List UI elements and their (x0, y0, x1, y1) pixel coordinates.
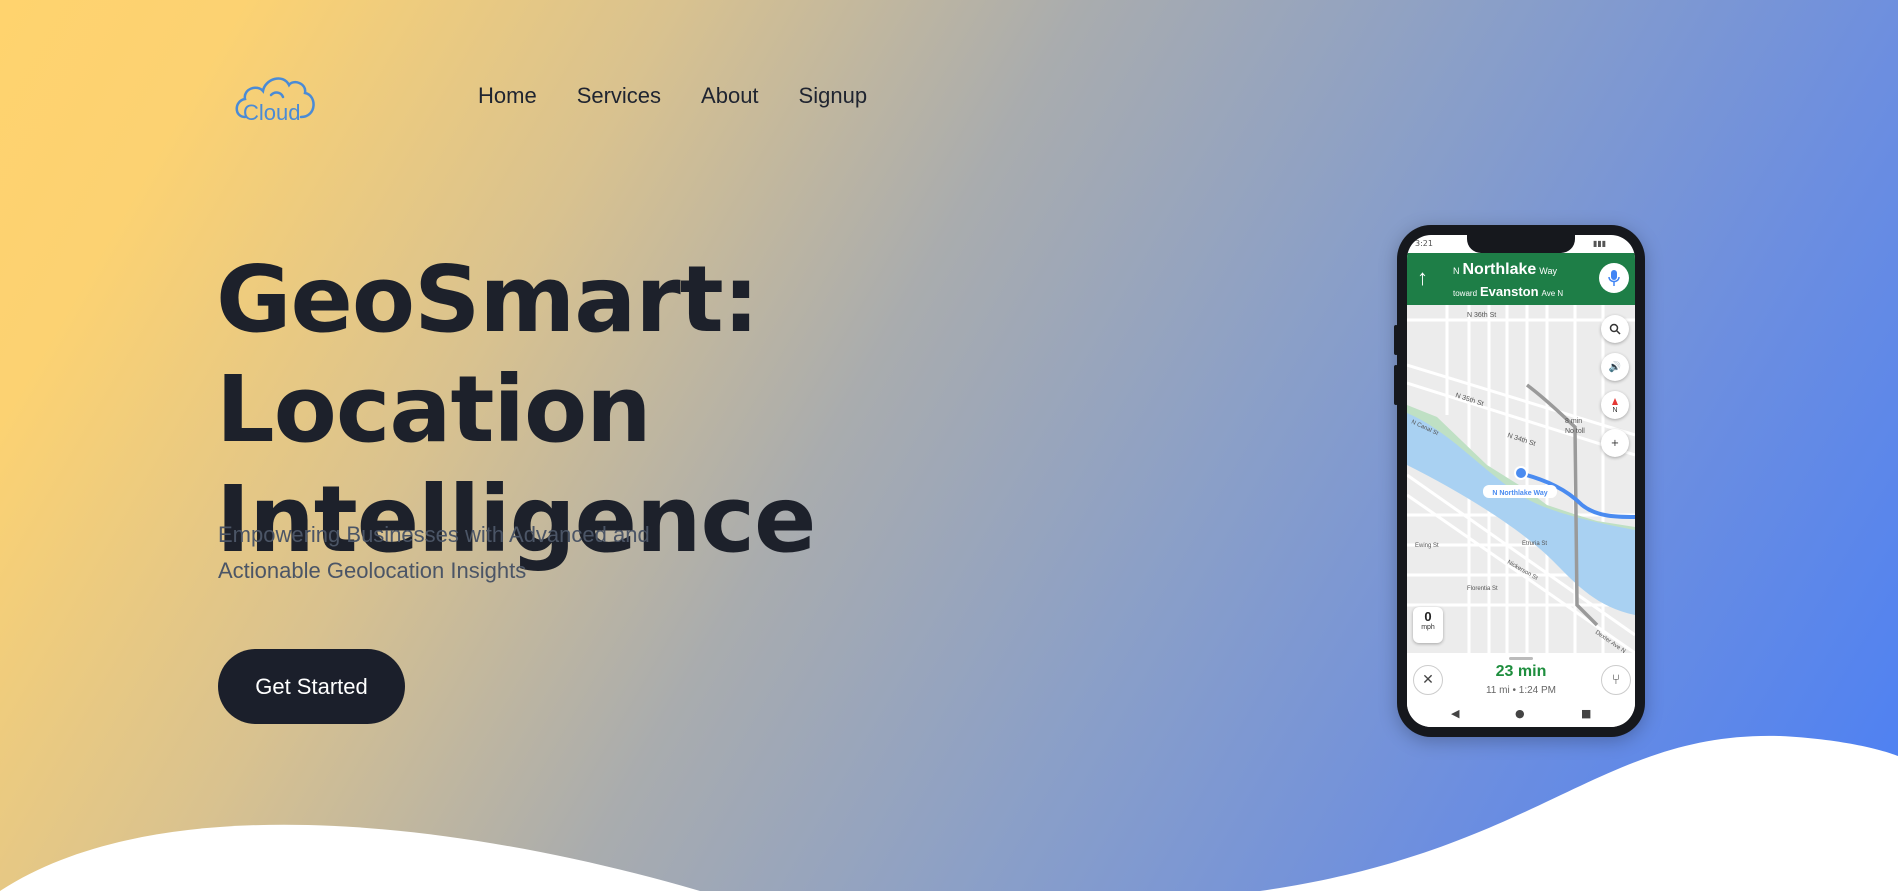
navigation-header: ↑ N Northlake Way toward Evanston Ave N (1407, 253, 1635, 305)
speedometer: 0 mph (1413, 607, 1443, 643)
phone-volume-button (1394, 365, 1398, 405)
nav-home-link[interactable]: Home (478, 83, 537, 109)
street-label: Ewing St (1415, 543, 1439, 549)
route-label: N Northlake Way (1492, 490, 1547, 497)
get-started-button[interactable]: Get Started (218, 649, 405, 724)
volume-icon[interactable]: 🔊 (1601, 353, 1629, 381)
street-label: Etruria St (1522, 541, 1547, 547)
toward-street: toward Evanston Ave N (1453, 284, 1564, 299)
phone-mockup: 3:21 ▮▮▮ ↑ N Northlake Way toward Evanston A… (1394, 225, 1645, 737)
next-street: N Northlake Way (1453, 261, 1557, 278)
status-time: 3:21 (1415, 239, 1433, 248)
map-view[interactable]: N Northlake Way N 36th St N 35th St N 34… (1407, 305, 1635, 653)
street-label: Florentia St (1467, 586, 1498, 592)
svg-text:N: N (1612, 407, 1617, 412)
battery-icon: ▮▮▮ (1593, 239, 1607, 248)
back-icon[interactable]: ◀ (1451, 707, 1459, 720)
alternate-routes-icon[interactable]: ⑂ (1601, 665, 1631, 695)
report-icon[interactable]: + (1601, 429, 1629, 457)
route-side-note: No toll (1565, 428, 1585, 435)
eta-details: 11 mi • 1:24 PM (1485, 685, 1557, 696)
drag-handle[interactable] (1509, 657, 1533, 660)
hero-subtitle: Empowering Businesses with Advanced and … (218, 522, 650, 583)
system-nav-bar: ◀ ● ■ (1407, 701, 1635, 727)
microphone-icon[interactable] (1599, 263, 1629, 293)
cloud-logo-icon[interactable]: Cloud (231, 67, 317, 123)
nav-signup-link[interactable]: Signup (799, 83, 868, 109)
phone-screen: 3:21 ▮▮▮ ↑ N Northlake Way toward Evanston A… (1407, 235, 1635, 727)
nav-about-link[interactable]: About (701, 83, 759, 109)
nav-services-link[interactable]: Services (577, 83, 661, 109)
bottom-wave-shape (0, 735, 1898, 891)
straight-arrow-icon: ↑ (1417, 265, 1428, 290)
street-label: N 36th St (1467, 312, 1496, 319)
main-nav: Home Services About Signup (478, 83, 867, 109)
phone-volume-button (1394, 325, 1398, 355)
search-icon[interactable] (1601, 315, 1629, 343)
logo-wordmark: Cloud (243, 100, 300, 123)
phone-notch (1467, 235, 1575, 253)
compass-icon[interactable]: N (1601, 391, 1629, 419)
eta-panel[interactable]: ✕ 23 min 11 mi • 1:24 PM ⑂ (1407, 653, 1635, 701)
recents-icon[interactable]: ■ (1581, 707, 1591, 720)
route-side-note: 8 min (1565, 418, 1582, 425)
home-icon[interactable]: ● (1515, 707, 1525, 720)
